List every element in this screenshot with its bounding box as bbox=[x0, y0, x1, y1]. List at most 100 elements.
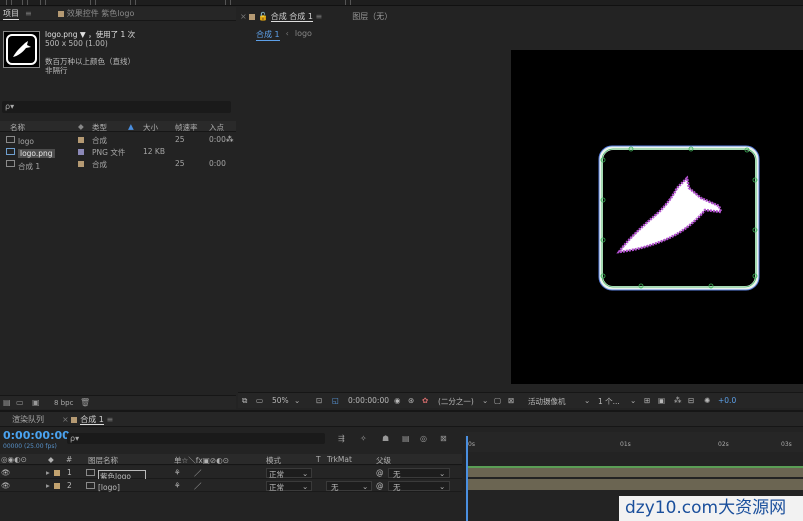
show-snapshot-icon[interactable]: ⊛ bbox=[408, 396, 414, 405]
label-color-icon[interactable] bbox=[54, 483, 60, 489]
frame-blending-icon[interactable]: ▤ bbox=[402, 434, 410, 443]
exposure-value[interactable]: +0.0 bbox=[718, 396, 736, 405]
camera-dropdown[interactable]: 活动摄像机 bbox=[528, 396, 566, 407]
comp-mini-flowchart-icon[interactable]: ⇶ bbox=[338, 434, 345, 443]
hand-tool-icon[interactable] bbox=[22, 0, 28, 5]
sort-icon[interactable]: ▲ bbox=[128, 122, 134, 131]
label-icon[interactable]: ◆ bbox=[48, 455, 54, 464]
lock-icon[interactable]: 🔓 bbox=[258, 12, 268, 21]
tab-project[interactable]: 项目 bbox=[3, 8, 19, 20]
monitor-icon[interactable]: ▭ bbox=[256, 396, 263, 405]
menu-icon[interactable]: ≡ bbox=[316, 12, 323, 21]
quality-switch-icon[interactable]: ／ bbox=[194, 468, 202, 479]
project-item-comp1[interactable]: 合成 1 合成 25 0:00 bbox=[0, 157, 236, 171]
pickwhip-icon[interactable]: @ bbox=[376, 468, 384, 477]
shy-switch-icon[interactable]: ⚘ bbox=[174, 481, 181, 490]
close-icon[interactable]: × bbox=[240, 12, 247, 21]
roi-icon[interactable]: ▢ bbox=[494, 396, 501, 405]
project-search-input[interactable]: ρ▾ bbox=[2, 101, 231, 113]
interpret-footage-icon[interactable]: ▤ bbox=[3, 398, 11, 407]
pickwhip-icon[interactable]: @ bbox=[376, 481, 384, 490]
chevron-down-icon[interactable]: ⌄ bbox=[482, 396, 488, 405]
project-item-logo-png[interactable]: logo.png PNG 文件 12 KB bbox=[0, 145, 236, 158]
menu-icon[interactable]: ≡ bbox=[25, 9, 32, 18]
resolution-dropdown[interactable]: (二分之一) bbox=[438, 396, 474, 407]
new-comp-icon[interactable]: ▣ bbox=[32, 398, 40, 407]
label-color-icon[interactable] bbox=[78, 161, 84, 167]
expand-arrow-icon[interactable]: ▸ bbox=[46, 481, 50, 490]
selection-tool-icon[interactable] bbox=[6, 0, 12, 5]
pen-tool-icon[interactable] bbox=[90, 0, 96, 5]
quality-switch-icon[interactable]: ／ bbox=[194, 481, 202, 492]
layer-1-duration-bar[interactable] bbox=[466, 466, 803, 477]
label-color-icon[interactable] bbox=[78, 149, 84, 155]
snap-icon[interactable] bbox=[345, 0, 351, 5]
visibility-eye-icon[interactable]: 👁 bbox=[1, 481, 11, 490]
timeline-search-input[interactable]: ρ▾ bbox=[67, 433, 325, 444]
menu-icon[interactable]: ≡ bbox=[106, 415, 113, 424]
views-dropdown[interactable]: 1 个... bbox=[598, 396, 620, 407]
current-time-display[interactable]: 0:00:00:00 bbox=[3, 429, 70, 442]
layer-row-2[interactable]: 👁 ▸ 2 [logo] ⚘ ／ 正常 ⌄ 无 ⌄ @ 无 ⌄ bbox=[0, 479, 462, 492]
zoom-tool-icon[interactable] bbox=[40, 0, 46, 5]
fast-preview-icon[interactable]: ⊟ bbox=[688, 396, 694, 405]
flowchart-icon[interactable]: ⁂ bbox=[226, 135, 234, 144]
mode-dropdown[interactable]: 正常 ⌄ bbox=[266, 481, 312, 492]
fit-icon[interactable]: ⊡ bbox=[316, 396, 322, 405]
layer-row-1[interactable]: 👁 ▸ 1 紫色logo ⚘ ／ 正常 ⌄ @ 无 ⌄ bbox=[0, 466, 462, 483]
tab-effect-controls[interactable]: 效果控件 紫色logo bbox=[57, 8, 134, 19]
chevron-down-icon[interactable]: ⌄ bbox=[584, 396, 590, 405]
col-name[interactable]: 名称 bbox=[10, 122, 25, 133]
layer-name[interactable]: [logo] bbox=[98, 483, 120, 492]
chevron-down-icon[interactable]: ⌄ bbox=[294, 396, 300, 405]
tab-composition[interactable]: × 🔓 合成 合成 1 ≡ bbox=[240, 11, 322, 22]
playhead[interactable] bbox=[466, 436, 468, 521]
breadcrumb-comp1[interactable]: 合成 1 bbox=[256, 29, 280, 41]
label-color-icon[interactable] bbox=[54, 470, 60, 476]
col-type[interactable]: 类型 bbox=[92, 122, 107, 133]
col-layer-name[interactable]: 图层名称 bbox=[88, 455, 118, 466]
trash-icon[interactable]: 🗑 bbox=[80, 398, 90, 407]
col-size[interactable]: 大小 bbox=[143, 122, 158, 133]
av-switches-icon[interactable]: ◎◉◐⊙ bbox=[1, 455, 27, 464]
toggle-pixel-icon[interactable]: ⊞ bbox=[644, 396, 650, 405]
color-channels-icon[interactable]: ✿ bbox=[422, 396, 428, 405]
draft-3d-icon[interactable]: ✧ bbox=[360, 434, 367, 443]
motion-blur-icon[interactable]: ◎ bbox=[420, 434, 427, 443]
bpc-label[interactable]: 8 bpc bbox=[54, 399, 73, 407]
exposure-icon[interactable]: ✺ bbox=[704, 396, 710, 405]
always-preview-icon[interactable]: ⧉ bbox=[242, 396, 247, 406]
project-item-logo[interactable]: logo 合成 25 0:00 ⁂ bbox=[0, 133, 236, 146]
close-icon[interactable]: × bbox=[62, 415, 69, 424]
parent-dropdown[interactable]: 无 ⌄ bbox=[388, 468, 450, 479]
transparency-grid-icon[interactable]: ⊠ bbox=[508, 396, 514, 405]
comp-canvas[interactable] bbox=[511, 50, 803, 384]
time-ruler[interactable]: 0s 01s 02s 03s bbox=[465, 432, 803, 452]
zoom-dropdown[interactable]: 50% bbox=[272, 396, 289, 405]
col-fps[interactable]: 帧速率 bbox=[175, 122, 198, 133]
tab-layer[interactable]: 图层（无） bbox=[352, 11, 392, 22]
new-folder-icon[interactable]: ▭ bbox=[16, 398, 24, 407]
chevron-down-icon[interactable]: ⌄ bbox=[630, 396, 636, 405]
asset-name[interactable]: logo.png ▼ ，使用了 1 次 bbox=[45, 30, 135, 39]
viewer-timecode[interactable]: 0:00:00:00 bbox=[348, 396, 389, 405]
label-color-icon[interactable] bbox=[78, 137, 84, 143]
parent-dropdown[interactable]: 无 ⌄ bbox=[388, 481, 450, 492]
breadcrumb-logo[interactable]: logo bbox=[295, 29, 312, 41]
reset-exposure-icon[interactable]: ▣ bbox=[658, 396, 665, 405]
label-icon[interactable]: ◆ bbox=[78, 122, 84, 131]
shy-icon[interactable]: ☗ bbox=[382, 434, 389, 443]
graph-editor-icon[interactable]: ⊠ bbox=[440, 434, 447, 443]
tab-timeline-comp[interactable]: × 合成 1 ≡ bbox=[62, 414, 113, 425]
camera-snapshot-icon[interactable]: ◉ bbox=[394, 396, 401, 405]
expand-arrow-icon[interactable]: ▸ bbox=[46, 468, 50, 477]
tab-render-queue[interactable]: 渲染队列 bbox=[12, 414, 44, 425]
trkmat-dropdown[interactable]: 无 ⌄ bbox=[326, 481, 372, 492]
layer-2-duration-bar[interactable] bbox=[466, 479, 803, 490]
flowchart-icon[interactable]: ⁂ bbox=[674, 396, 682, 405]
text-tool-icon[interactable] bbox=[130, 0, 136, 5]
visibility-eye-icon[interactable]: 👁 bbox=[1, 468, 11, 477]
mode-dropdown[interactable]: 正常 ⌄ bbox=[266, 468, 312, 479]
region-icon[interactable]: ◱ bbox=[332, 396, 339, 405]
shy-switch-icon[interactable]: ⚘ bbox=[174, 468, 181, 477]
